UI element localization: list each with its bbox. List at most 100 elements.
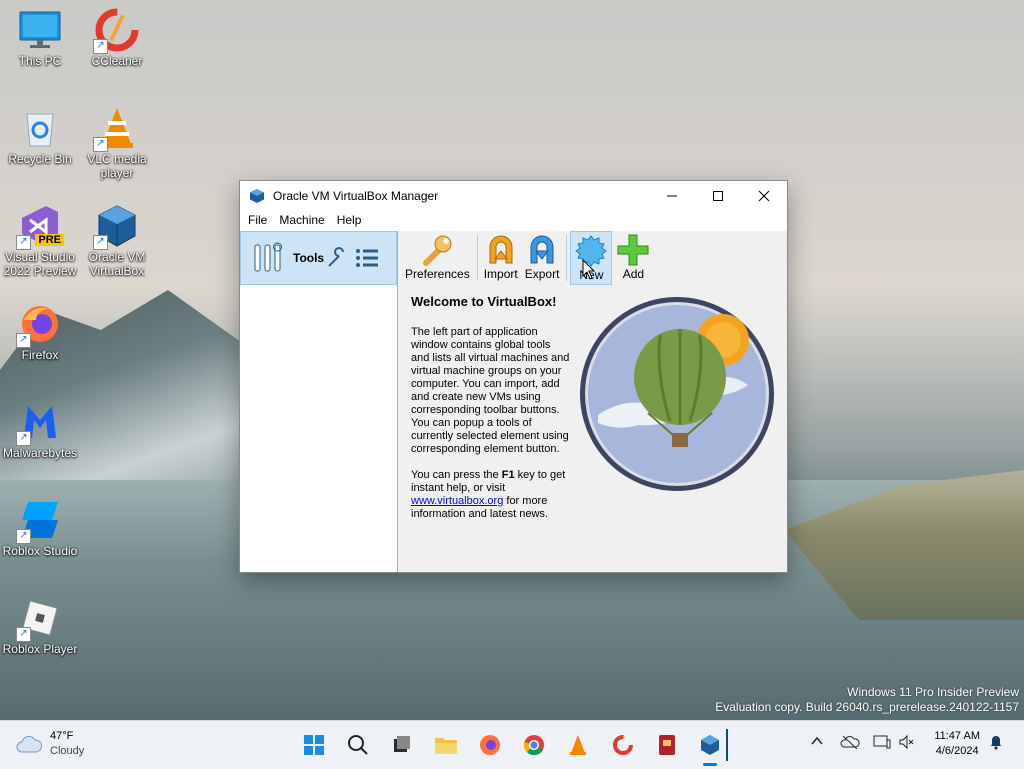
preferences-button[interactable]: Preferences xyxy=(402,231,473,283)
volume-tray-icon[interactable] xyxy=(898,734,916,753)
visual-studio-icon: PRE ↗ xyxy=(16,204,64,250)
recycle-bin-icon xyxy=(18,106,62,150)
list-menu-icon[interactable] xyxy=(354,246,380,270)
desktop-icon-visual-studio[interactable]: PRE ↗ Visual Studio 2022 Preview xyxy=(0,204,80,278)
welcome-text: You can press the xyxy=(411,469,502,481)
add-vm-button[interactable]: Add xyxy=(613,231,653,283)
network-tray-icon[interactable] xyxy=(872,734,892,753)
import-arrow-icon xyxy=(489,235,513,264)
add-label: Add xyxy=(622,267,645,281)
windows-logo-icon xyxy=(304,735,324,755)
desktop-icon-label: Visual Studio 2022 Preview xyxy=(3,250,77,278)
file-explorer-button[interactable] xyxy=(433,732,459,758)
import-label: Import xyxy=(483,267,518,281)
ccleaner-icon: ↗ xyxy=(93,8,139,54)
f1-key: F1 xyxy=(501,469,515,481)
desktop-icon-label: This PC xyxy=(18,54,62,68)
menu-help[interactable]: Help xyxy=(331,213,368,227)
clock-time: 11:47 AM xyxy=(934,730,980,742)
desktop-icon-label: Oracle VM VirtualBox xyxy=(88,250,146,278)
maximize-icon xyxy=(713,191,723,201)
toolbar-separator xyxy=(476,235,478,281)
show-hidden-icons-button[interactable] xyxy=(810,734,824,751)
virtualbox-website-link[interactable]: www.virtualbox.org xyxy=(411,495,503,507)
preferences-label: Preferences xyxy=(405,267,470,281)
firefox-taskbar-button[interactable] xyxy=(477,732,503,758)
network-icon xyxy=(873,735,891,749)
welcome-text-block: Welcome to VirtualBox! The left part of … xyxy=(411,295,571,534)
virtualbox-taskbar-button[interactable] xyxy=(697,732,723,758)
minimize-button[interactable] xyxy=(649,181,695,211)
import-button[interactable]: Import xyxy=(481,231,521,283)
red-book-taskbar-button[interactable] xyxy=(654,732,680,758)
weather-widget[interactable]: 47°F Cloudy xyxy=(16,729,84,759)
machine-list-pane[interactable]: Tools xyxy=(240,231,398,572)
shortcut-arrow-icon: ↗ xyxy=(93,39,108,54)
virtualbox-app-icon xyxy=(249,188,265,204)
start-button[interactable] xyxy=(301,732,327,758)
desktop-icon-label: Firefox xyxy=(21,348,59,362)
toolbar-separator xyxy=(566,235,568,281)
weather-temperature: 47°F xyxy=(50,730,74,742)
desktop-icon-recycle-bin[interactable]: Recycle Bin xyxy=(0,106,80,166)
task-view-button[interactable] xyxy=(389,732,415,758)
desktop-icon-ccleaner[interactable]: ↗ CCleaner xyxy=(77,8,157,68)
tools-item[interactable]: Tools xyxy=(240,231,397,285)
maximize-button[interactable] xyxy=(695,181,741,211)
desktop-icon-vlc[interactable]: ↗ VLC media player xyxy=(77,106,157,180)
menu-file[interactable]: File xyxy=(242,213,273,227)
desktop-icon-this-pc[interactable]: This PC xyxy=(0,8,80,68)
export-arrow-icon xyxy=(530,235,554,264)
clock-date: 4/6/2024 xyxy=(935,745,979,757)
cloud-icon xyxy=(16,735,42,753)
preview-badge: PRE xyxy=(35,234,64,246)
desktop-icon-roblox-studio[interactable]: ↗ Roblox Studio xyxy=(0,498,80,558)
weather-condition: Cloudy xyxy=(50,745,85,757)
task-view-icon xyxy=(394,736,410,752)
chrome-taskbar-button[interactable] xyxy=(521,732,547,758)
desktop-icon-firefox[interactable]: ↗ Firefox xyxy=(0,302,80,362)
export-button[interactable]: Export xyxy=(522,231,563,283)
virtualbox-icon xyxy=(701,735,719,755)
menu-machine[interactable]: Machine xyxy=(273,213,330,227)
search-button[interactable] xyxy=(345,732,371,758)
taskbar-clock[interactable]: 11:47 AM 4/6/2024 xyxy=(934,729,980,759)
watermark-line: Evaluation copy. Build 26040.rs_prerelea… xyxy=(715,700,1019,714)
shortcut-arrow-icon: ↗ xyxy=(16,333,31,348)
onedrive-tray-icon[interactable] xyxy=(840,734,860,753)
watermark-line: Windows 11 Pro Insider Preview xyxy=(847,685,1019,699)
close-button[interactable] xyxy=(741,181,787,211)
shortcut-arrow-icon: ↗ xyxy=(93,235,108,250)
wrench-icon xyxy=(423,235,452,266)
window-title: Oracle VM VirtualBox Manager xyxy=(273,189,439,203)
plus-icon xyxy=(617,234,649,266)
active-app-indicator xyxy=(703,763,717,766)
virtualbox-icon: ↗ xyxy=(93,204,139,250)
desktop-icon-label: Malwarebytes xyxy=(2,446,78,460)
search-icon xyxy=(348,735,368,755)
chrome-icon xyxy=(524,735,544,756)
welcome-heading: Welcome to VirtualBox! xyxy=(411,294,557,309)
desktop-icon-label: Recycle Bin xyxy=(8,152,72,166)
cloud-offline-icon xyxy=(840,735,860,750)
roblox-studio-icon: ↗ xyxy=(16,498,62,544)
chevron-up-icon xyxy=(811,736,823,745)
desktop-icon-roblox-player[interactable]: ↗ Roblox Player xyxy=(0,596,80,656)
shortcut-arrow-icon: ↗ xyxy=(16,235,31,250)
desktop-icon-virtualbox[interactable]: ↗ Oracle VM VirtualBox xyxy=(77,204,157,278)
bell-icon xyxy=(991,736,1001,750)
taskbar-divider xyxy=(726,729,728,761)
virtualbox-manager-window[interactable]: Oracle VM VirtualBox Manager File Machin… xyxy=(239,180,788,573)
ccleaner-icon xyxy=(613,735,633,755)
mouse-cursor-icon xyxy=(582,259,596,280)
roblox-player-icon: ↗ xyxy=(16,596,62,642)
desktop-icon-malwarebytes[interactable]: ↗ Malwarebytes xyxy=(0,400,80,460)
welcome-paragraph-1: The left part of application window cont… xyxy=(411,326,570,455)
vlc-taskbar-button[interactable] xyxy=(565,732,591,758)
title-bar[interactable]: Oracle VM VirtualBox Manager xyxy=(240,181,787,211)
welcome-paragraph-2: You can press the F1 key to get instant … xyxy=(411,469,571,521)
wrench-small-icon xyxy=(326,247,348,269)
ccleaner-taskbar-button[interactable] xyxy=(610,732,636,758)
speaker-muted-icon xyxy=(899,734,914,750)
notifications-button[interactable] xyxy=(988,734,1004,753)
